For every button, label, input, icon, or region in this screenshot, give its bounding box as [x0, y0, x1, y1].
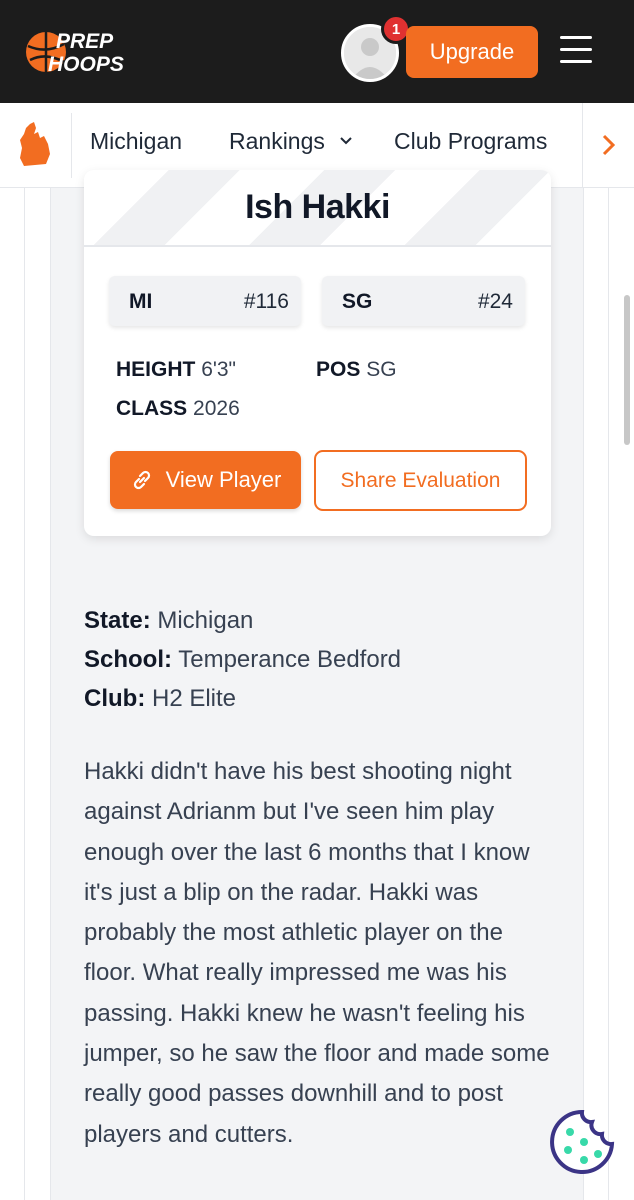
state-rank-value: #116 — [243, 290, 289, 313]
height-value: 6'3" — [201, 358, 237, 381]
subnav-divider — [71, 113, 72, 178]
pos-label: POS — [316, 358, 361, 381]
position-rank-chip: SG #24 — [322, 276, 525, 326]
player-name: Ish Hakki — [245, 188, 390, 226]
nav-item-michigan[interactable]: Michigan — [90, 128, 182, 155]
user-avatar-button[interactable]: 1 — [341, 14, 411, 84]
divider — [24, 188, 25, 1200]
club-info: Club: H2 Elite — [84, 685, 236, 713]
basketball-logo-icon: PREP HOOPS — [26, 30, 124, 76]
cookie-settings-button[interactable] — [548, 1108, 616, 1176]
state-rank-chip: MI #116 — [109, 276, 301, 326]
nav-scroll-next-button[interactable] — [582, 103, 634, 187]
view-player-label: View Player — [165, 467, 282, 492]
link-icon — [133, 470, 150, 490]
state-info: State: Michigan — [84, 607, 253, 635]
nav-item-rankings[interactable]: Rankings — [229, 128, 353, 155]
evaluation-text: Hakki didn't have his best shooting nigh… — [84, 758, 550, 1148]
position-rank-value: #24 — [477, 290, 513, 313]
school-info: School: Temperance Bedford — [84, 646, 401, 674]
class-attribute: CLASS 2026 — [116, 397, 240, 421]
school-info-value: Temperance Bedford — [178, 646, 402, 673]
chevron-down-icon — [335, 133, 353, 149]
michigan-map-icon[interactable] — [16, 120, 56, 170]
height-label: HEIGHT — [116, 358, 196, 381]
state-rank-label: MI — [129, 290, 153, 313]
chevron-right-icon — [602, 134, 615, 156]
svg-text:PREP: PREP — [56, 30, 114, 53]
prep-hoops-logo[interactable]: PREP HOOPS — [24, 24, 152, 80]
club-info-label: Club: — [84, 685, 146, 712]
height-attribute: HEIGHT 6'3" — [116, 358, 236, 382]
hamburger-menu-icon[interactable] — [560, 36, 592, 66]
divider — [608, 188, 609, 1200]
nav-item-club-programs[interactable]: Club Programs — [394, 128, 547, 155]
player-card: Ish Hakki MI #116 SG #24 HEIGHT 6'3" POS… — [84, 170, 551, 536]
class-label: CLASS — [116, 397, 188, 420]
svg-text:HOOPS: HOOPS — [48, 53, 124, 76]
scrollbar-thumb[interactable] — [624, 295, 630, 445]
school-info-label: School: — [84, 646, 172, 673]
state-info-label: State: — [84, 607, 151, 634]
share-evaluation-button[interactable]: Share Evaluation — [314, 450, 527, 511]
nav-item-rankings-label: Rankings — [229, 128, 325, 154]
state-info-value: Michigan — [157, 607, 254, 634]
class-value: 2026 — [193, 397, 240, 420]
pos-value: SG — [366, 358, 397, 381]
position-rank-label: SG — [342, 290, 373, 313]
upgrade-button[interactable]: Upgrade — [406, 26, 538, 78]
view-player-button[interactable]: View Player — [110, 451, 301, 509]
club-info-value: H2 Elite — [151, 685, 237, 712]
cookie-icon — [550, 1109, 615, 1174]
position-attribute: POS SG — [316, 358, 397, 382]
